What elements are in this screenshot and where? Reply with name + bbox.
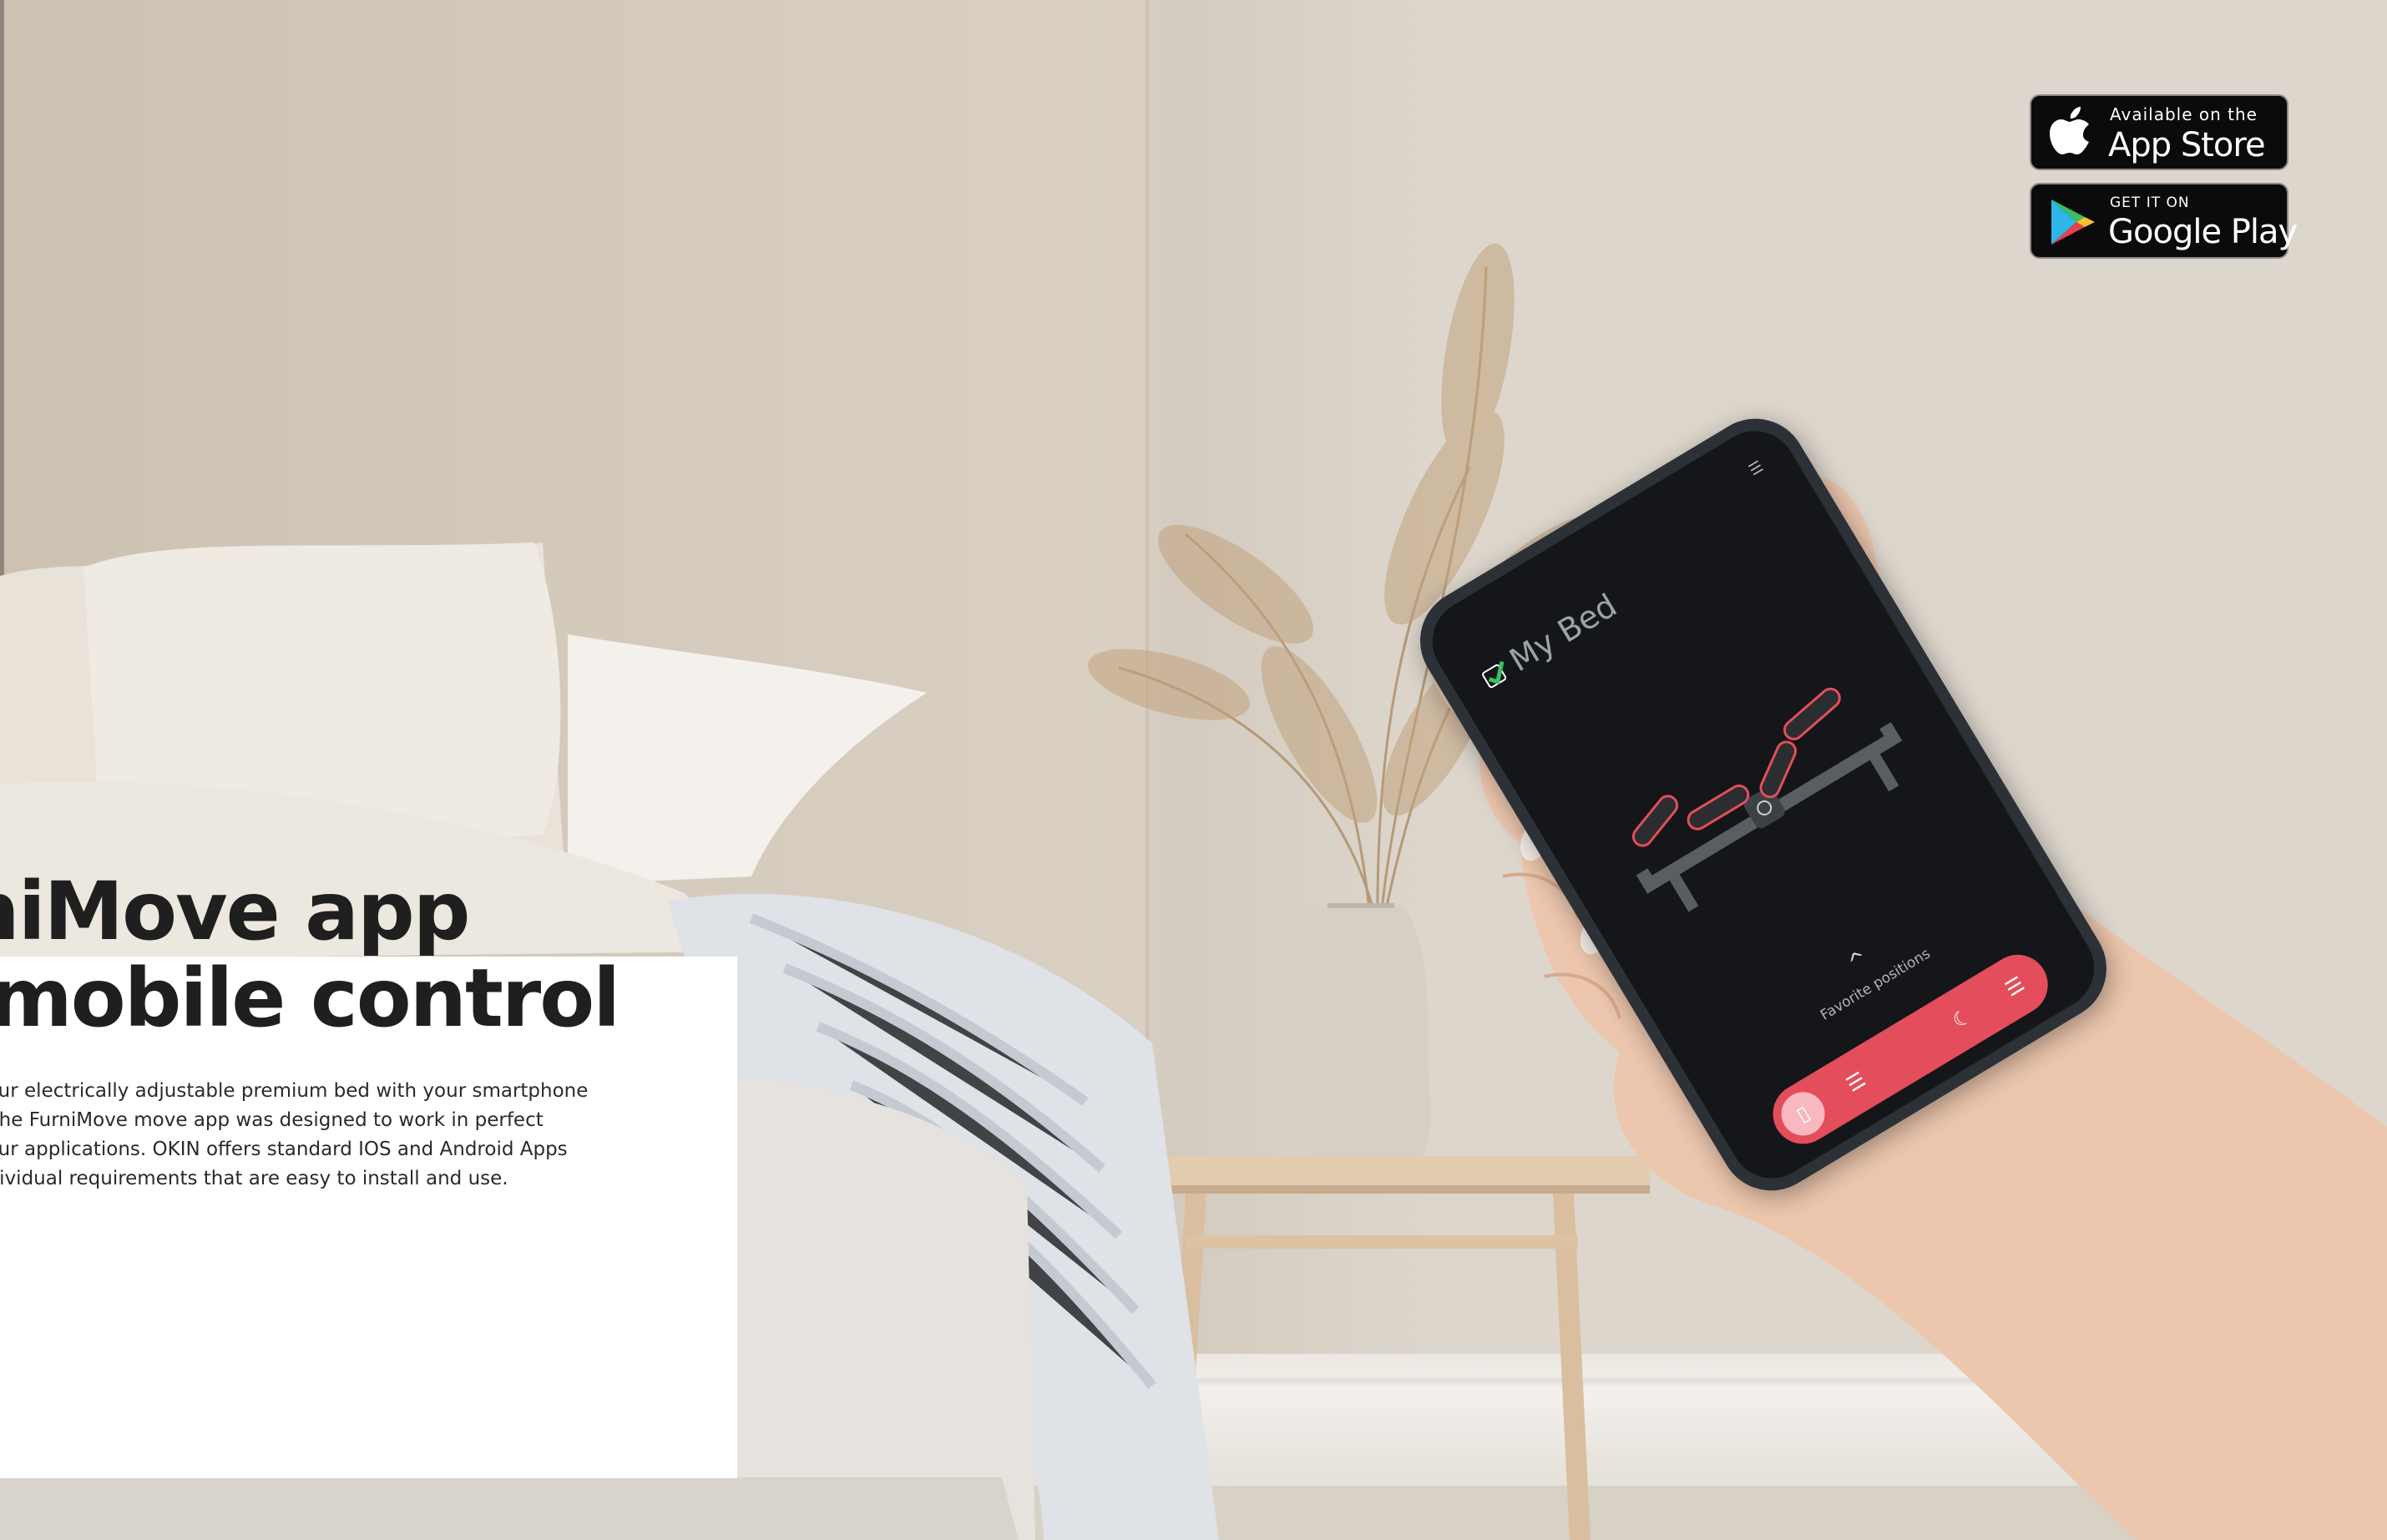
body-paragraph: your electrically adjustable premium bed…	[0, 1077, 609, 1194]
bed-position-graphic	[1631, 687, 1903, 912]
google-play-small-text: GET IT ON	[2110, 194, 2190, 211]
menu-icon[interactable]: ☰	[1985, 957, 2045, 1016]
remote-icon[interactable]: ▯	[1773, 1083, 1833, 1144]
app-store-large-text: App Store	[2108, 126, 2266, 164]
app-store-small-text: Available on the	[2110, 104, 2258, 124]
okin-logo-icon	[1482, 661, 1507, 689]
google-play-large-text: Google Play	[2108, 213, 2298, 251]
body-line-1: your electrically adjustable premium bed…	[0, 1080, 589, 1102]
list-icon[interactable]: ☰	[1826, 1053, 1885, 1112]
hamburger-icon[interactable]: ☰	[1744, 457, 1769, 481]
body-line-2: . The FurniMove move app was designed to…	[0, 1109, 544, 1131]
chevron-up-icon[interactable]: ^	[1843, 946, 1872, 977]
google-play-icon	[2051, 199, 2095, 245]
moon-icon[interactable]: ☾	[1932, 988, 1991, 1048]
app-store-badge[interactable]: Available on the App Store	[2030, 94, 2288, 170]
body-line-3: your applications. OKIN offers standard …	[0, 1139, 568, 1160]
body-line-4: ndividual requirements that are easy to …	[0, 1168, 508, 1189]
app-title: My Bed	[1503, 586, 1623, 679]
apple-icon	[2050, 107, 2089, 154]
google-play-badge[interactable]: GET IT ON Google Play	[2030, 183, 2298, 259]
headline-line-2: r mobile control	[0, 952, 620, 1045]
headline: rniMove app r mobile control	[0, 865, 620, 1045]
headline-line-1: rniMove app	[0, 865, 470, 958]
